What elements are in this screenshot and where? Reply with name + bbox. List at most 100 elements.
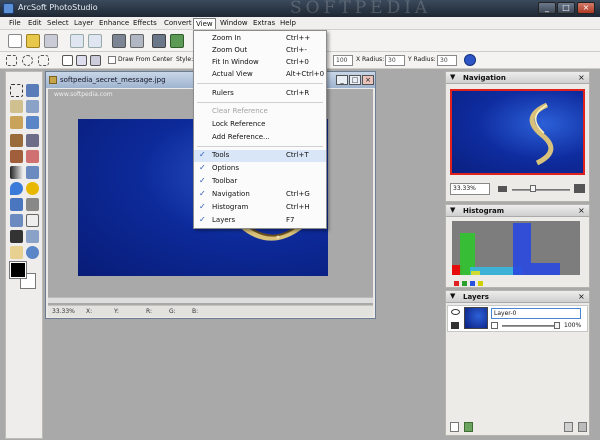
menu-item-histogram[interactable]: ✓ Histogram Ctrl+H [194, 202, 326, 214]
zoom-select[interactable]: 33.33% [450, 183, 490, 195]
close-button[interactable]: × [577, 2, 595, 14]
menu-help[interactable]: Help [278, 18, 298, 29]
menu-item-fit-in-window[interactable]: Fit In Window Ctrl+0 [194, 57, 326, 69]
menu-item-add-reference[interactable]: Add Reference... [194, 132, 326, 144]
channel-swatch[interactable] [454, 281, 459, 286]
channel-swatch[interactable] [470, 281, 475, 286]
brush-tool-icon[interactable] [10, 134, 23, 147]
email-icon[interactable] [152, 34, 166, 48]
gradient-tool-icon[interactable] [10, 166, 23, 179]
stamp-tool-icon[interactable] [10, 150, 23, 163]
shape-tool-icon[interactable] [10, 214, 23, 227]
foreground-color-swatch[interactable] [9, 261, 27, 279]
rectangle-tool-icon[interactable] [26, 214, 39, 227]
rounded-select-icon[interactable] [38, 55, 49, 66]
menu-view[interactable]: View [193, 18, 216, 29]
x-radius-input[interactable]: 30 [385, 55, 405, 66]
fill-tool-icon[interactable] [26, 166, 39, 179]
menu-item-rulers[interactable]: Rulers Ctrl+R [194, 88, 326, 100]
collapse-arrow-icon[interactable]: ▼ [450, 73, 455, 81]
zoom-slider-track[interactable] [512, 189, 570, 191]
line-tool-icon[interactable] [26, 198, 39, 211]
menu-effects[interactable]: Effects [131, 18, 159, 29]
menu-extras[interactable]: Extras [251, 18, 277, 29]
close-icon[interactable]: × [578, 73, 585, 82]
close-icon[interactable]: × [578, 206, 585, 215]
menu-item-layers[interactable]: ✓ Layers F7 [194, 215, 326, 227]
collapse-arrow-icon[interactable]: ▼ [450, 206, 455, 214]
menu-item-navigation[interactable]: ✓ Navigation Ctrl+G [194, 189, 326, 201]
new-selection-icon[interactable] [62, 55, 73, 66]
duplicate-layer-icon[interactable] [464, 422, 473, 432]
save-icon[interactable] [44, 34, 58, 48]
help-icon[interactable] [464, 54, 476, 66]
channel-swatch[interactable] [478, 281, 483, 286]
menu-enhance[interactable]: Enhance [97, 18, 131, 29]
layer-name[interactable]: Layer-0 [491, 308, 581, 319]
red-eye-tool-icon[interactable] [26, 230, 39, 243]
menu-window[interactable]: Window [218, 18, 250, 29]
collapse-arrow-icon[interactable]: ▼ [450, 292, 455, 300]
menu-convert[interactable]: Convert [162, 18, 194, 29]
merge-layers-icon[interactable] [564, 422, 573, 432]
menu-item-zoom-out[interactable]: Zoom Out Ctrl+- [194, 45, 326, 57]
delete-layer-icon[interactable] [578, 422, 587, 432]
open-folder-icon[interactable] [26, 34, 40, 48]
zoom-out-icon[interactable] [498, 186, 507, 192]
document-maximize-button[interactable]: □ [349, 75, 361, 85]
transform-tool-icon[interactable] [26, 116, 39, 129]
document-close-button[interactable]: × [362, 75, 374, 85]
ellipse-select-icon[interactable] [22, 55, 33, 66]
lasso-tool-icon[interactable] [10, 100, 23, 113]
horizontal-scrollbar[interactable] [48, 297, 373, 303]
menu-layer[interactable]: Layer [72, 18, 96, 29]
print-icon[interactable] [112, 34, 126, 48]
rect-select-icon[interactable] [6, 55, 17, 66]
dodge-tool-icon[interactable] [26, 182, 39, 195]
navigation-thumbnail[interactable] [450, 89, 585, 175]
navigation-panel-header[interactable]: ▼ Navigation × [446, 72, 589, 84]
minimize-button[interactable]: _ [538, 2, 556, 14]
hand-tool-icon[interactable] [10, 246, 23, 259]
close-icon[interactable]: × [578, 292, 585, 301]
menu-item-options[interactable]: ✓ Options [194, 163, 326, 175]
new-layer-icon[interactable] [450, 422, 459, 432]
add-selection-icon[interactable] [76, 55, 87, 66]
export-icon[interactable] [170, 34, 184, 48]
undo-icon[interactable] [70, 34, 84, 48]
new-file-icon[interactable] [8, 34, 22, 48]
move-tool-icon[interactable] [26, 84, 39, 97]
menu-file[interactable]: File [7, 18, 23, 29]
layer-mask-checkbox[interactable] [491, 322, 498, 329]
menu-select[interactable]: Select [45, 18, 71, 29]
draw-from-center-checkbox[interactable] [108, 56, 116, 64]
layers-panel-header[interactable]: ▼ Layers × [446, 291, 589, 303]
zoom-slider-knob[interactable] [530, 185, 536, 192]
marquee-tool-icon[interactable] [10, 84, 23, 97]
menu-item-zoom-in[interactable]: Zoom In Ctrl++ [194, 33, 326, 45]
menu-item-actual-view[interactable]: Actual View Alt+Ctrl+0 [194, 69, 326, 81]
width-input[interactable]: 100 [333, 55, 353, 66]
eyedropper-tool-icon[interactable] [10, 230, 23, 243]
lock-icon[interactable] [451, 322, 459, 329]
magic-wand-tool-icon[interactable] [26, 100, 39, 113]
menu-item-lock-reference[interactable]: Lock Reference [194, 119, 326, 131]
redo-icon[interactable] [88, 34, 102, 48]
eraser-tool-icon[interactable] [26, 150, 39, 163]
crop-tool-icon[interactable] [10, 116, 23, 129]
menu-item-toolbar[interactable]: ✓ Toolbar [194, 176, 326, 188]
text-tool-icon[interactable] [10, 198, 23, 211]
subtract-selection-icon[interactable] [90, 55, 101, 66]
document-minimize-button[interactable]: _ [336, 75, 348, 85]
pencil-tool-icon[interactable] [26, 134, 39, 147]
layer-row[interactable]: Layer-0 100% [447, 305, 588, 332]
zoom-in-icon[interactable] [574, 184, 585, 193]
maximize-button[interactable]: □ [557, 2, 575, 14]
zoom-tool-icon[interactable] [26, 246, 39, 259]
y-radius-input[interactable]: 30 [437, 55, 457, 66]
channel-swatch[interactable] [462, 281, 467, 286]
opacity-slider-knob[interactable] [554, 322, 560, 329]
eye-icon[interactable] [451, 309, 460, 315]
menu-item-tools[interactable]: ✓ Tools Ctrl+T [194, 150, 326, 162]
blur-tool-icon[interactable] [10, 182, 23, 195]
